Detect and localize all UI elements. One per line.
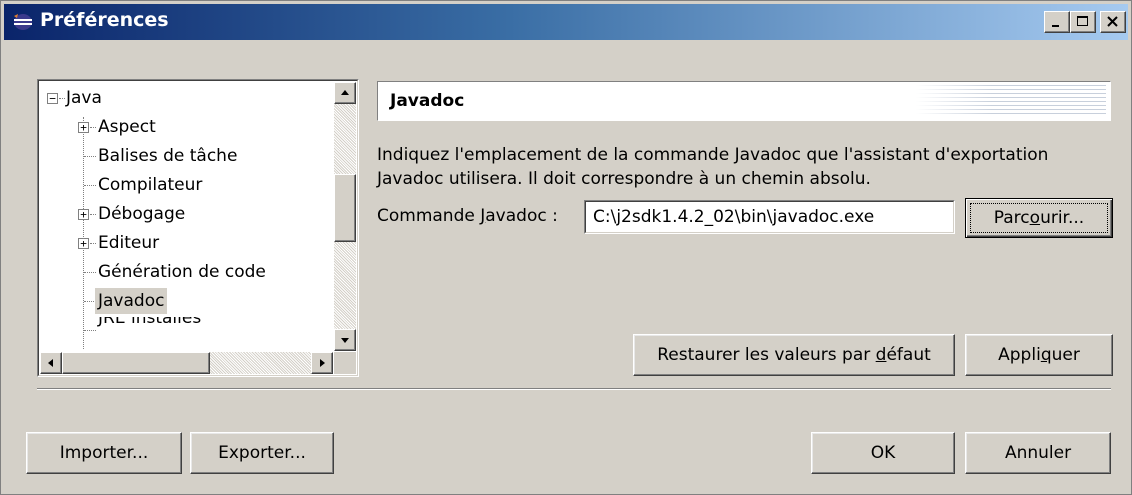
page-title: Javadoc — [390, 91, 465, 111]
label-text: Commande — [377, 206, 481, 226]
label-text: urir... — [1040, 208, 1085, 228]
preferences-dialog: Préférences − Java + Aspect Balises de t… — [0, 0, 1132, 495]
scroll-left-button[interactable] — [40, 352, 62, 374]
arrow-down-icon — [341, 338, 349, 343]
scroll-thumb[interactable] — [334, 174, 356, 242]
restore-defaults-button[interactable]: Restaurer les valeurs par défaut — [633, 334, 955, 376]
label-text: Parc — [993, 208, 1030, 228]
apply-button[interactable]: Appliquer — [965, 334, 1113, 376]
maximize-icon — [1077, 16, 1088, 26]
field-frame — [585, 201, 954, 233]
minimize-icon — [1052, 25, 1059, 27]
tree-item-debogage[interactable]: + Débogage — [39, 201, 329, 227]
apply-label: Appliquer — [966, 345, 1112, 365]
tree-item-label: Aspect — [98, 117, 156, 137]
expand-icon[interactable]: + — [78, 238, 89, 249]
tree-item-generation[interactable]: Génération de code — [39, 259, 329, 285]
tree-horizontal-scrollbar[interactable] — [40, 352, 333, 374]
label-text: éfaut — [886, 345, 931, 365]
mnemonic: q — [1040, 345, 1052, 365]
tree-item-balises[interactable]: Balises de tâche — [39, 143, 329, 169]
arrow-left-icon — [48, 359, 53, 367]
browse-button-label: Parcourir... — [966, 208, 1112, 228]
collapse-icon[interactable]: − — [47, 93, 58, 104]
export-button[interactable]: Exporter... — [190, 432, 334, 474]
label-text: uer — [1051, 345, 1080, 365]
expand-icon[interactable]: + — [78, 209, 89, 220]
ok-label: OK — [870, 443, 896, 463]
label-text: Appli — [998, 345, 1041, 365]
scroll-corner — [334, 352, 356, 374]
restore-defaults-label: Restaurer les valeurs par défaut — [634, 345, 954, 365]
import-label: Importer... — [59, 443, 149, 463]
javadoc-command-field[interactable] — [584, 200, 955, 234]
tree-item-javadoc[interactable]: Javadoc — [39, 288, 329, 314]
header-decoration — [916, 85, 1106, 117]
javadoc-command-label: Commande Javadoc : — [377, 206, 558, 226]
close-button[interactable] — [1100, 11, 1126, 33]
tree-item-compilateur[interactable]: Compilateur — [39, 172, 329, 198]
arrow-right-icon — [320, 359, 325, 367]
browse-button[interactable]: Parcourir... — [965, 198, 1113, 238]
scroll-right-button[interactable] — [311, 352, 333, 374]
tree-item-label: Compilateur — [98, 175, 203, 195]
mnemonic: d — [875, 345, 887, 365]
tree-item-label: JRE installés — [98, 317, 202, 328]
label-text: avadoc : — [485, 206, 558, 226]
tree-viewport: − Java + Aspect Balises de tâche Compila… — [38, 80, 358, 376]
tree-item-label: Editeur — [98, 233, 160, 253]
tree-item-label: Java — [66, 88, 102, 108]
label-text: Restaurer les valeurs par — [657, 345, 876, 365]
tree-vertical-scrollbar[interactable] — [334, 82, 356, 351]
mnemonic: o — [1029, 208, 1041, 228]
export-label: Exporter... — [218, 443, 306, 463]
cancel-button[interactable]: Annuler — [965, 432, 1111, 474]
preference-tree: − Java + Aspect Balises de tâche Compila… — [37, 79, 359, 377]
separator — [37, 388, 1111, 390]
import-button[interactable]: Importer... — [26, 432, 182, 474]
tree-item-label: Balises de tâche — [98, 146, 238, 166]
close-icon — [1107, 16, 1118, 27]
tree-item-label: Javadoc — [95, 288, 168, 314]
scroll-down-button[interactable] — [334, 329, 356, 351]
tree-item-label: Génération de code — [98, 262, 266, 282]
arrow-up-icon — [341, 90, 349, 95]
eclipse-icon — [14, 14, 32, 30]
page-header: Javadoc — [377, 81, 1111, 121]
tree-item-editeur[interactable]: + Editeur — [39, 230, 329, 256]
tree-item-java[interactable]: − Java — [39, 85, 329, 111]
tree-item-jre[interactable]: JRE installés — [39, 317, 329, 331]
expand-icon[interactable]: + — [78, 122, 89, 133]
page-description: Indiquez l'emplacement de la commande Ja… — [377, 145, 1049, 189]
maximize-button[interactable] — [1070, 11, 1096, 33]
javadoc-command-input[interactable] — [586, 202, 953, 232]
tree-item-label: Débogage — [98, 204, 186, 224]
title-bar[interactable]: Préférences — [4, 4, 1128, 40]
ok-button[interactable]: OK — [811, 432, 955, 474]
scroll-thumb[interactable] — [62, 352, 210, 374]
minimize-button[interactable] — [1044, 11, 1070, 33]
tree-item-aspect[interactable]: + Aspect — [39, 114, 329, 140]
cancel-label: Annuler — [1004, 443, 1072, 463]
scroll-up-button[interactable] — [334, 82, 356, 104]
window-title: Préférences — [40, 9, 169, 31]
